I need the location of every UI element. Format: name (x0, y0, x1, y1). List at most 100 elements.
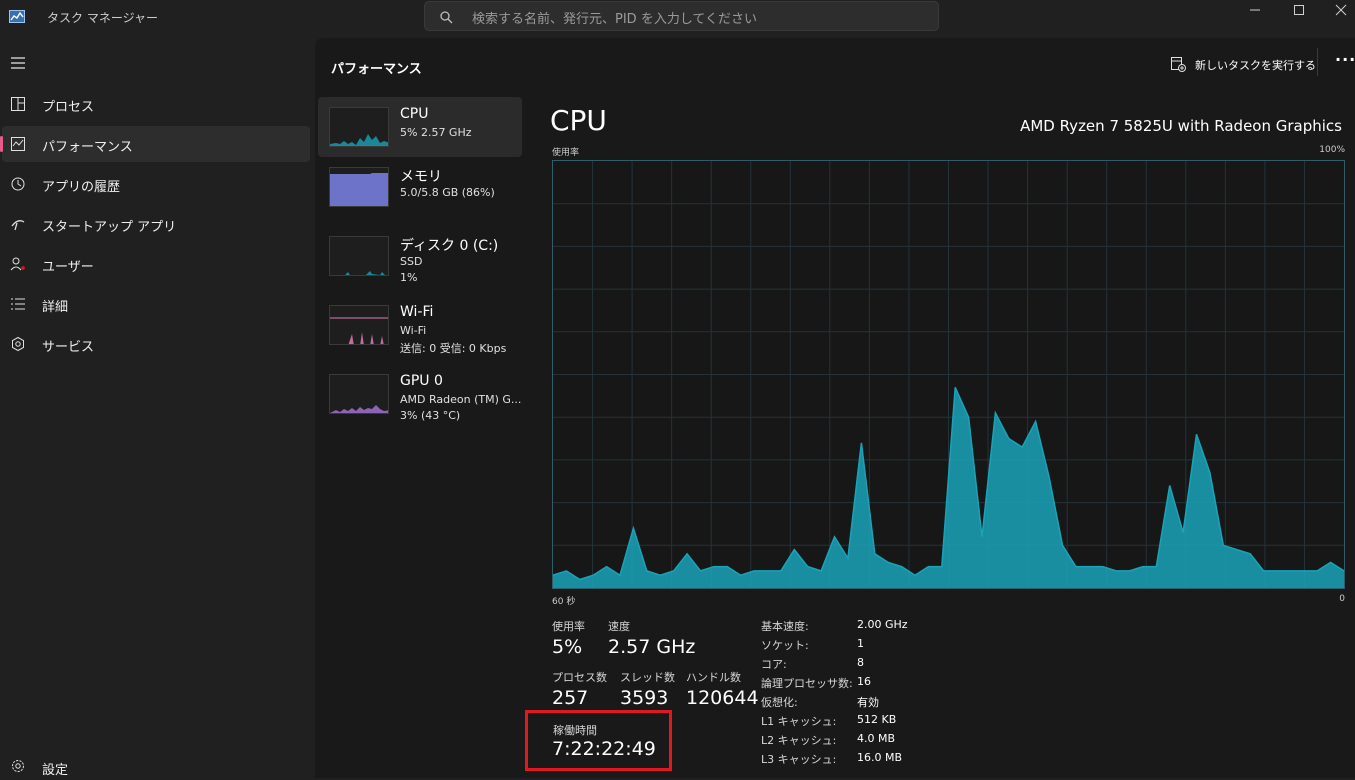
device-item-memory[interactable]: メモリ 5.0/5.8 GB (86%) (318, 157, 522, 217)
sidebar-item-settings[interactable]: 設定 (2, 752, 310, 780)
usage-value: 5% (552, 636, 583, 658)
device-item-disk[interactable]: ディスク 0 (C:) SSD 1% (318, 226, 522, 286)
cpu-thumbnail-sparkline (330, 134, 388, 146)
graph-time-end-label: 0 (1339, 594, 1345, 604)
spec-key: ソケット: (761, 639, 809, 652)
memory-thumbnail-graph (329, 167, 389, 207)
sidebar-item-app-history[interactable]: アプリの履歴 (2, 166, 310, 202)
device-detail: SSD (400, 255, 423, 268)
process-count-label: プロセス数 (552, 671, 607, 684)
new-task-icon (1171, 57, 1186, 72)
device-detail: AMD Radeon (TM) G... (400, 393, 522, 406)
sidebar-item-label: スタートアップ アプリ (42, 220, 177, 235)
sidebar-item-services[interactable]: サービス (2, 326, 310, 362)
device-detail: 送信: 0 受信: 0 Kbps (400, 342, 507, 355)
search-input[interactable]: 検索する名前、発行元、PID を入力してください (472, 8, 757, 27)
run-task-label: 新しいタスクを実行する (1195, 59, 1316, 72)
active-indicator (0, 136, 3, 152)
spec-value: 2.00 GHz (857, 618, 908, 631)
task-manager-app-icon (9, 10, 25, 23)
device-item-cpu[interactable]: CPU 5% 2.57 GHz (318, 97, 522, 157)
title-bar: タスク マネージャー 検索する名前、発行元、PID を入力してください (0, 0, 1355, 38)
sidebar-item-details[interactable]: 詳細 (2, 286, 310, 322)
thread-count-value: 3593 (620, 687, 669, 709)
spec-key: L3 キャッシュ: (761, 753, 837, 766)
device-item-gpu[interactable]: GPU 0 AMD Radeon (TM) G... 3% (43 °C) (318, 364, 522, 424)
more-options-icon[interactable]: ··· (1335, 50, 1355, 69)
device-detail: Wi-Fi (400, 324, 427, 337)
usage-label: 使用率 (552, 620, 585, 633)
spec-value: 16 (857, 675, 871, 688)
close-icon[interactable] (1330, 2, 1352, 18)
wifi-thumbnail-sparkline (330, 317, 388, 344)
device-name: CPU (400, 106, 429, 122)
uptime-highlight-box (525, 710, 672, 771)
speed-label: 速度 (608, 620, 630, 633)
maximize-icon[interactable] (1288, 2, 1310, 18)
disk-thumbnail-sparkline (330, 271, 388, 275)
gpu-thumbnail-graph (329, 374, 389, 414)
minimize-icon[interactable] (1244, 2, 1266, 18)
toolbar-divider (1317, 48, 1318, 76)
cpu-usage-graph (552, 160, 1345, 589)
main-content: パフォーマンス 新しいタスクを実行する ··· CPU 5% 2.57 GHz … (315, 38, 1355, 778)
spec-key: 仮想化: (761, 696, 798, 709)
sidebar-item-label: プロセス (42, 100, 95, 115)
performance-icon (11, 137, 25, 151)
graph-time-span-label: 60 秒 (552, 597, 576, 607)
thread-count-label: スレッド数 (620, 671, 675, 684)
spec-value: 4.0 MB (857, 732, 896, 745)
services-icon (12, 336, 24, 352)
search-icon (440, 11, 453, 24)
sidebar-item-users[interactable]: ユーザー (2, 246, 310, 282)
spec-key: 基本速度: (761, 620, 809, 633)
sidebar-item-label: ユーザー (42, 260, 94, 275)
spec-value: 16.0 MB (857, 751, 903, 764)
spec-key: コア: (761, 658, 787, 671)
startup-icon (11, 220, 25, 231)
gpu-thumbnail-sparkline (330, 405, 388, 413)
hamburger-menu-icon[interactable] (9, 56, 27, 70)
details-icon (11, 298, 25, 310)
wifi-thumbnail-graph (329, 305, 389, 345)
device-name: ディスク 0 (C:) (400, 238, 499, 254)
graph-usage-label: 使用率 (552, 148, 580, 158)
sidebar-item-label: サービス (42, 340, 95, 355)
spec-value: 有効 (857, 696, 879, 709)
page-title: パフォーマンス (331, 62, 422, 77)
history-icon (11, 177, 25, 191)
spec-key: 論理プロセッサ数: (761, 677, 853, 690)
sidebar-item-startup-apps[interactable]: スタートアップ アプリ (2, 206, 310, 242)
device-name: Wi-Fi (400, 304, 434, 320)
sidebar-item-label: アプリの履歴 (42, 180, 121, 195)
cpu-heading: CPU (550, 104, 607, 137)
sidebar-item-performance[interactable]: パフォーマンス (0, 126, 310, 162)
sidebar-item-label: パフォーマンス (42, 140, 133, 155)
cpu-usage-chart (553, 161, 1344, 588)
spec-key: L1 キャッシュ: (761, 715, 837, 728)
device-detail: 3% (43 °C) (400, 409, 461, 422)
processes-icon (11, 97, 25, 111)
device-detail: 5.0/5.8 GB (86%) (400, 186, 495, 199)
spec-value: 8 (857, 656, 864, 669)
device-name: GPU 0 (400, 373, 443, 389)
device-item-wifi[interactable]: Wi-Fi Wi-Fi 送信: 0 受信: 0 Kbps (318, 295, 522, 355)
spec-value: 1 (857, 637, 864, 650)
process-count-value: 257 (552, 687, 589, 709)
settings-label: 設定 (42, 763, 69, 778)
memory-thumbnail-fill (330, 173, 388, 206)
disk-thumbnail-graph (329, 236, 389, 276)
search-box[interactable]: 検索する名前、発行元、PID を入力してください (424, 1, 939, 31)
window-title: タスク マネージャー (47, 11, 158, 25)
device-detail: 1% (400, 271, 418, 284)
sidebar-item-processes[interactable]: プロセス (2, 86, 310, 122)
sidebar: プロセス パフォーマンス アプリの履歴 スタートアップ アプリ ユーザー 詳細 … (0, 38, 315, 778)
device-detail: 5% 2.57 GHz (400, 126, 472, 139)
cpu-thumbnail-graph (329, 107, 389, 147)
speed-value: 2.57 GHz (608, 636, 696, 658)
graph-max-label: 100% (1319, 145, 1345, 155)
handle-count-label: ハンドル数 (686, 671, 741, 684)
spec-key: L2 キャッシュ: (761, 734, 837, 747)
spec-value: 512 KB (857, 713, 897, 726)
users-icon (10, 257, 25, 271)
